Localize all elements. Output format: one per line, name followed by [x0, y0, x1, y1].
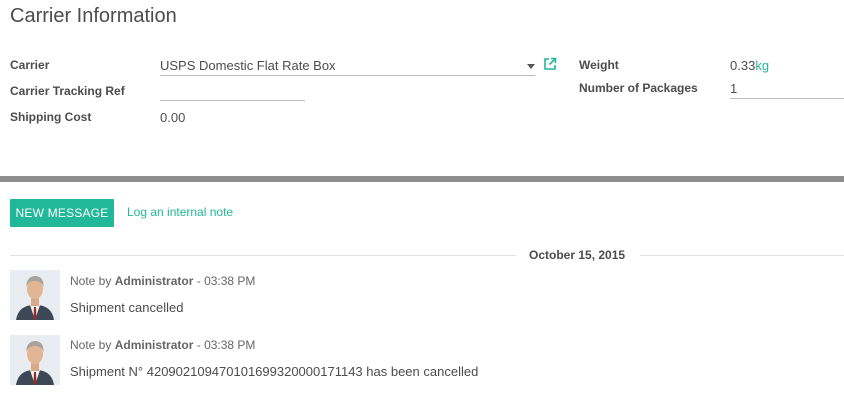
avatar[interactable] [10, 270, 60, 320]
weight-value: 0.33kg [730, 58, 769, 73]
section-divider [0, 176, 844, 182]
message-author[interactable]: Administrator [115, 274, 194, 288]
message-prefix: Note by [70, 274, 112, 288]
section-title: Carrier Information [10, 5, 177, 27]
message-time: - 03:38 PM [196, 338, 256, 352]
new-message-button[interactable]: NEW MESSAGE [10, 199, 114, 227]
shipping-cost-value: 0.00 [160, 110, 186, 125]
date-separator-left [10, 255, 516, 256]
caret-down-icon[interactable] [527, 64, 535, 69]
avatar[interactable] [10, 335, 60, 385]
message-body: Shipment cancelled [70, 300, 184, 315]
message-time: - 03:38 PM [196, 274, 256, 288]
date-separator-right [640, 255, 844, 256]
message-header: Note by Administrator - 03:38 PM [70, 338, 255, 352]
external-link-icon[interactable] [543, 57, 557, 71]
weight-label: Weight [579, 58, 619, 72]
message-body: Shipment N° 4209021094701016993200001711… [70, 364, 479, 379]
message-header: Note by Administrator - 03:38 PM [70, 274, 255, 288]
carrier-select-underline [160, 75, 535, 76]
message-author[interactable]: Administrator [115, 338, 194, 352]
carrier-label: Carrier [10, 58, 50, 72]
packages-underline [730, 98, 844, 99]
packages-label: Number of Packages [579, 81, 698, 95]
log-internal-note-link[interactable]: Log an internal note [127, 205, 233, 219]
message-prefix: Note by [70, 338, 112, 352]
weight-unit: kg [755, 58, 770, 73]
date-separator-label: October 15, 2015 [529, 248, 626, 262]
tracking-ref-underline [160, 100, 305, 101]
carrier-select-value[interactable]: USPS Domestic Flat Rate Box [160, 58, 336, 73]
weight-number: 0.33 [730, 58, 756, 73]
shipping-cost-label: Shipping Cost [10, 110, 92, 124]
tracking-ref-label: Carrier Tracking Ref [10, 84, 125, 98]
packages-input[interactable]: 1 [730, 81, 737, 96]
